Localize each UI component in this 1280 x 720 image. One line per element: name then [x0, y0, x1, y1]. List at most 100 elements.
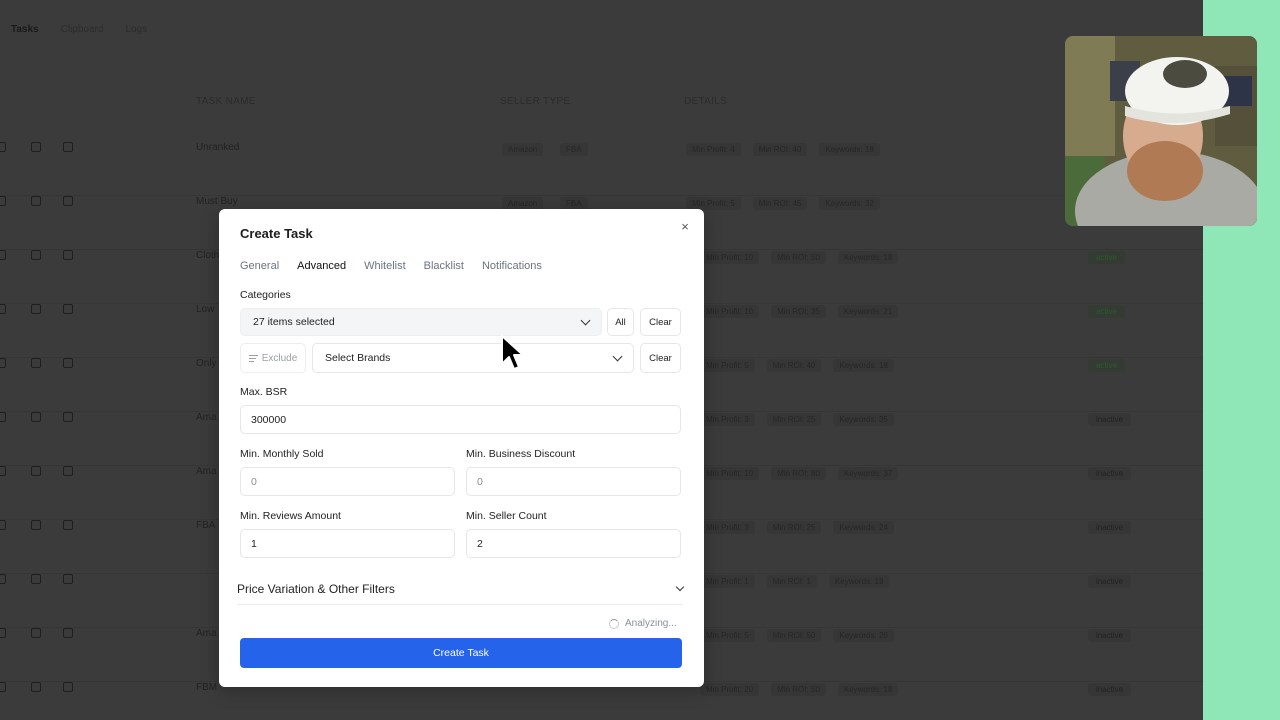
min-monthly-sold-input[interactable]: 0 — [240, 467, 455, 496]
price-variation-label: Price Variation & Other Filters — [237, 581, 395, 596]
edit-icon[interactable] — [0, 412, 6, 422]
copy-icon[interactable] — [31, 196, 41, 206]
tab-whitelist[interactable]: Whitelist — [364, 260, 406, 272]
trash-icon[interactable] — [63, 358, 73, 368]
task-details: Min Profit: 5 Min ROI: 40 Keywords: 18 — [700, 359, 894, 372]
tab-logs[interactable]: Logs — [125, 24, 147, 35]
trash-icon[interactable] — [63, 304, 73, 314]
max-bsr-input[interactable]: 300000 — [240, 405, 681, 434]
analyzing-status: Analyzing... — [609, 618, 677, 629]
edit-icon[interactable] — [0, 358, 6, 368]
min-reviews-input[interactable]: 1 — [240, 529, 455, 558]
copy-icon[interactable] — [31, 520, 41, 530]
close-icon[interactable]: × — [678, 220, 692, 234]
tab-advanced[interactable]: Advanced — [297, 260, 346, 272]
exclude-toggle[interactable]: Exclude — [240, 343, 306, 373]
tab-clipboard[interactable]: Clipboard — [61, 24, 104, 35]
mouse-cursor-icon — [501, 335, 524, 370]
edit-icon[interactable] — [0, 304, 6, 314]
min-business-discount-input[interactable]: 0 — [466, 467, 681, 496]
detail-badge: Min Profit: 10 — [700, 251, 760, 264]
detail-badge: Min ROI: 50 — [771, 683, 826, 696]
select-all-button[interactable]: All — [607, 308, 634, 336]
min-reviews-label: Min. Reviews Amount — [240, 510, 341, 522]
detail-badge: Keywords: 35 — [833, 413, 894, 426]
copy-icon[interactable] — [31, 574, 41, 584]
detail-badge: Min ROI: 50 — [771, 251, 826, 264]
copy-icon[interactable] — [31, 358, 41, 368]
modal-title: Create Task — [240, 226, 313, 241]
trash-icon[interactable] — [63, 466, 73, 476]
clear-brands-button[interactable]: Clear — [640, 343, 681, 373]
trash-icon[interactable] — [63, 142, 73, 152]
task-details: Min Profit: 20 Min ROI: 50 Keywords: 18 — [700, 683, 899, 696]
trash-icon[interactable] — [63, 574, 73, 584]
edit-icon[interactable] — [0, 466, 6, 476]
clear-categories-button[interactable]: Clear — [640, 308, 681, 336]
filter-lines-icon — [248, 354, 258, 362]
analyzing-label: Analyzing... — [625, 618, 677, 629]
task-details: Min Profit: 10 Min ROI: 35 Keywords: 21 — [700, 305, 899, 318]
task-details: Min Profit: 1 Min ROI: 1 Keywords: 18 — [700, 575, 890, 588]
categories-select[interactable]: 27 items selected — [240, 308, 602, 336]
column-header-task-name: TASK NAME — [196, 96, 256, 107]
detail-badge: Min Profit: 20 — [700, 683, 760, 696]
trash-icon[interactable] — [63, 250, 73, 260]
trash-icon[interactable] — [63, 196, 73, 206]
copy-icon[interactable] — [31, 466, 41, 476]
price-variation-accordion[interactable]: Price Variation & Other Filters — [237, 573, 685, 605]
status-badge: active — [1088, 359, 1125, 372]
edit-icon[interactable] — [0, 520, 6, 530]
detail-badge: Min ROI: 35 — [771, 305, 826, 318]
copy-icon[interactable] — [31, 628, 41, 638]
trash-icon[interactable] — [63, 682, 73, 692]
edit-icon[interactable] — [0, 628, 6, 638]
copy-icon[interactable] — [31, 250, 41, 260]
detail-badge: Keywords: 20 — [833, 629, 894, 642]
edit-icon[interactable] — [0, 142, 6, 152]
task-details: Min Profit: 4 Min ROI: 40 Keywords: 18 — [686, 143, 880, 156]
status-badge: inactive — [1088, 683, 1132, 696]
status-badge: active — [1088, 251, 1125, 264]
create-task-modal: Create Task × General Advanced Whitelist… — [219, 209, 704, 687]
trash-icon[interactable] — [63, 628, 73, 638]
task-name: Only — [196, 358, 217, 369]
copy-icon[interactable] — [31, 682, 41, 692]
status-badge: inactive — [1088, 467, 1132, 480]
tab-notifications[interactable]: Notifications — [482, 260, 542, 272]
max-bsr-label: Max. BSR — [240, 386, 288, 398]
task-details: Min Profit: 5 Min ROI: 45 Keywords: 32 — [686, 197, 880, 210]
task-name: Unranked — [196, 142, 240, 153]
detail-badge: Min Profit: 3 — [700, 413, 755, 426]
trash-icon[interactable] — [63, 520, 73, 530]
copy-icon[interactable] — [31, 412, 41, 422]
chevron-down-icon — [675, 582, 685, 591]
status-badge: inactive — [1088, 575, 1132, 588]
detail-badge: Keywords: 32 — [819, 197, 880, 210]
modal-tabs: General Advanced Whitelist Blacklist Not… — [240, 260, 542, 272]
chevron-down-icon — [612, 351, 623, 361]
tab-tasks[interactable]: Tasks — [11, 24, 39, 35]
edit-icon[interactable] — [0, 196, 6, 206]
create-task-button[interactable]: Create Task — [240, 638, 682, 668]
detail-badge: Min ROI: 25 — [766, 413, 822, 426]
brands-select[interactable]: Select Brands — [312, 343, 634, 373]
tab-general[interactable]: General — [240, 260, 279, 272]
edit-icon[interactable] — [0, 682, 6, 692]
copy-icon[interactable] — [31, 304, 41, 314]
detail-badge: Min Profit: 10 — [700, 305, 760, 318]
detail-badge: Keywords: 18 — [837, 683, 899, 696]
detail-badge: Min Profit: 5 — [700, 629, 755, 642]
detail-badge: Keywords: 24 — [833, 521, 894, 534]
status-badge: inactive — [1088, 629, 1132, 642]
detail-badge: Keywords: 18 — [833, 359, 894, 372]
tab-blacklist[interactable]: Blacklist — [424, 260, 464, 272]
edit-icon[interactable] — [0, 250, 6, 260]
edit-icon[interactable] — [0, 574, 6, 584]
webcam-person-image — [1065, 36, 1257, 226]
copy-icon[interactable] — [31, 142, 41, 152]
webcam-overlay — [1065, 36, 1257, 226]
detail-badge: Keywords: 37 — [837, 467, 899, 480]
trash-icon[interactable] — [63, 412, 73, 422]
min-seller-count-input[interactable]: 2 — [466, 529, 681, 558]
